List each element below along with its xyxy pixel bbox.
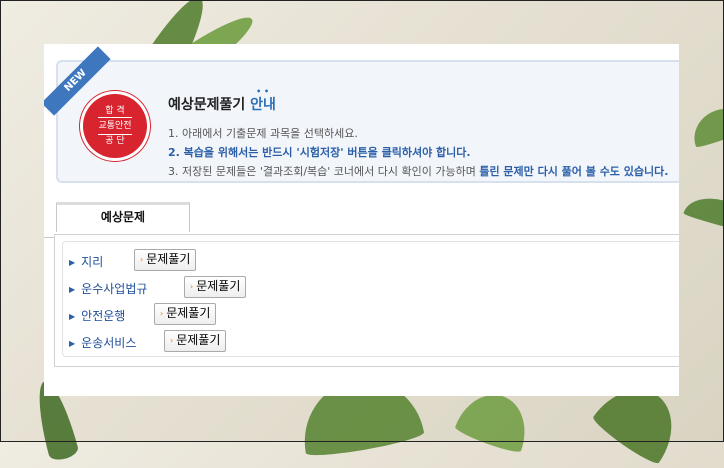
solve-button-geography[interactable]: › 문제풀기: [134, 249, 197, 271]
list-item: ▶ 지리: [69, 253, 103, 275]
triangle-right-icon: ▶: [69, 258, 76, 267]
arrow-right-icon: ›: [190, 282, 194, 291]
badge-line2: 교통안전: [98, 117, 132, 135]
arrow-right-icon: ›: [140, 255, 144, 264]
list-item: ▶ 안전운행: [69, 307, 125, 329]
subject-list-inner: ▶ 지리 › 문제풀기 ▶ 운수사업법규 › 문제풀기 ▶ 안전운행 › 문제풀기 ▶ 운송서…: [62, 241, 679, 357]
triangle-right-icon: ▶: [69, 285, 76, 294]
solve-button-safe-driving[interactable]: › 문제풀기: [154, 303, 217, 325]
subject-label: 운송서비스: [81, 336, 137, 350]
instruction-3: 3. 저장된 문제들은 '결과조회/복습' 코너에서 다시 확인이 가능하며 틀…: [168, 165, 669, 178]
banner-title-main: 예상문제풀기: [168, 97, 251, 113]
triangle-right-icon: ▶: [69, 339, 76, 348]
banner-title: 예상문제풀기 안내: [168, 94, 276, 114]
list-item: ▶ 운송서비스: [69, 334, 136, 356]
subject-label: 안전운행: [81, 309, 126, 323]
info-banner: NEW 합 격 교통안전 공 단 예상문제풀기 안내 1. 아래에서 기출문제 …: [44, 46, 679, 183]
badge-line1: 합 격: [105, 106, 125, 116]
arrow-right-icon: ›: [160, 309, 164, 318]
subject-list: ▶ 지리 › 문제풀기 ▶ 운수사업법규 › 문제풀기 ▶ 안전운행 › 문제풀기 ▶ 운송서…: [54, 234, 679, 367]
pass-badge-icon: 합 격 교통안전 공 단: [83, 94, 147, 158]
tab-practice-questions[interactable]: 예상문제: [56, 202, 190, 232]
solve-button-transport-service[interactable]: › 문제풀기: [164, 330, 227, 352]
arrow-right-icon: ›: [170, 336, 174, 345]
badge-line3: 공 단: [105, 136, 125, 146]
instruction-2: 2. 복습을 위해서는 반드시 '시험저장' 버튼을 클릭하셔야 합니다.: [168, 146, 471, 159]
solve-button-transport-law[interactable]: › 문제풀기: [184, 276, 247, 298]
banner-title-accent: 안내: [250, 97, 276, 113]
content-panel: NEW 합 격 교통안전 공 단 예상문제풀기 안내 1. 아래에서 기출문제 …: [44, 44, 679, 396]
list-item: ▶ 운수사업법규: [69, 280, 147, 302]
instruction-1: 1. 아래에서 기출문제 과목을 선택하세요.: [168, 127, 358, 140]
subject-label: 지리: [81, 255, 104, 269]
subject-label: 운수사업법규: [81, 282, 148, 296]
triangle-right-icon: ▶: [69, 312, 76, 321]
